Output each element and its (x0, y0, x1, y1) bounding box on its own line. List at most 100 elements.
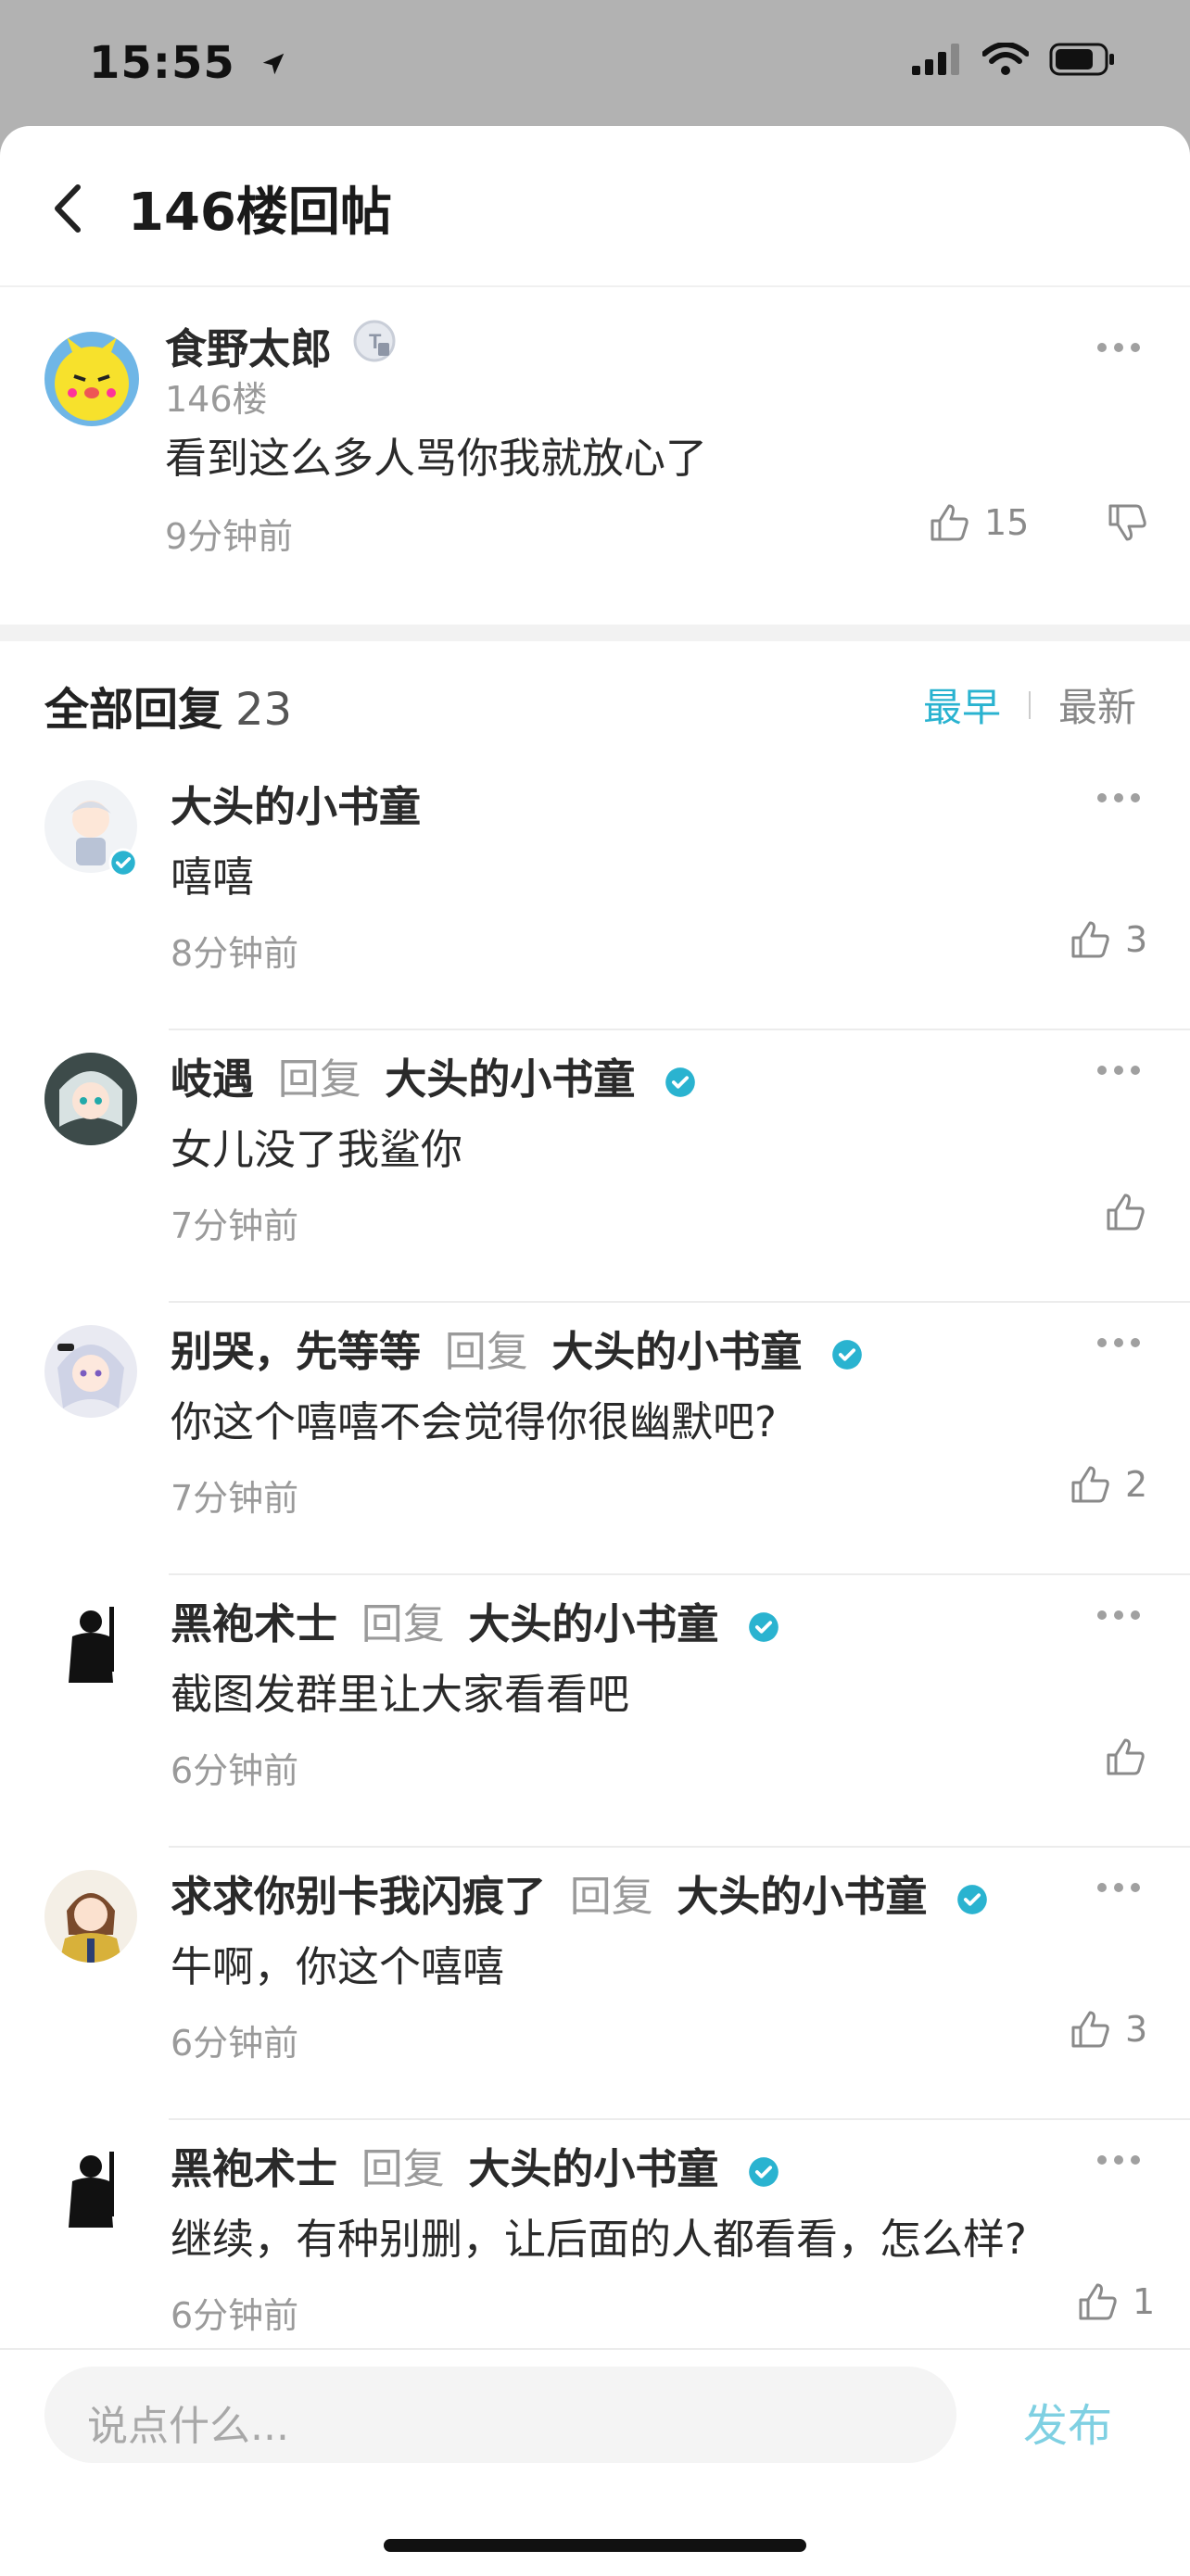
reply-target-name[interactable]: 大头的小书童 (677, 1872, 927, 1921)
thumbs-up-icon (1071, 921, 1109, 958)
author-name[interactable]: 黑袍术士 (171, 1599, 337, 1648)
reply-target-name[interactable]: 大头的小书童 (385, 1054, 635, 1104)
reply-to-label: 回复 (361, 1599, 445, 1648)
reply-author-line: 岐遇 回复 大头的小书童 (171, 1045, 698, 1105)
avatar[interactable] (44, 1597, 137, 1690)
avatar-anime-girl-icon (44, 1053, 137, 1145)
avatar-silhouette-icon (69, 1607, 114, 1683)
like-button[interactable]: 3 (1068, 917, 1147, 962)
thumbs-up-icon (1071, 2011, 1109, 2048)
like-count: 3 (1125, 919, 1148, 960)
page-title: 146楼回帖 (128, 183, 392, 243)
author-name[interactable]: 黑袍术士 (171, 2144, 337, 2193)
comment-input[interactable]: 说点什么... (44, 2367, 956, 2463)
location-arrow-icon (262, 53, 284, 75)
reply-target-name[interactable]: 大头的小书童 (468, 2144, 718, 2193)
avatar[interactable] (44, 1053, 137, 1145)
verified-badge-icon (832, 1340, 862, 1370)
verified-badge-icon (749, 2157, 779, 2187)
post-time: 9分钟前 (165, 516, 294, 557)
reply-to-label: 回复 (569, 1872, 653, 1921)
wifi-icon (982, 43, 1029, 75)
thumbs-up-icon (1107, 1193, 1145, 1231)
author-name[interactable]: 大头的小书童 (171, 773, 421, 833)
reply-author-line: 别哭，先等等 回复 大头的小书童 (171, 1318, 865, 1378)
reply-author-line: 求求你别卡我闪痕了 回复 大头的小书童 (171, 1863, 990, 1923)
reply-item: 大头的小书童 嘻嘻 8分钟前 3 (0, 758, 1190, 1030)
like-button[interactable]: 1 (1075, 2279, 1155, 2324)
sort-latest-tab[interactable]: 最新 (1058, 676, 1136, 733)
more-options-icon[interactable] (1097, 2155, 1144, 2168)
like-count: 1 (1133, 2281, 1156, 2322)
signal-icon (912, 44, 959, 75)
reply-content: 截图发群里让大家看看吧 (171, 1670, 630, 1719)
reply-content: 嘻嘻 (171, 852, 255, 902)
reply-target-name[interactable]: 大头的小书童 (468, 1599, 718, 1648)
avatar[interactable] (44, 2142, 137, 2235)
author-name[interactable]: 求求你别卡我闪痕了 (171, 1872, 546, 1921)
more-options-icon[interactable] (1097, 1883, 1144, 1896)
header: 146楼回帖 (0, 126, 1190, 287)
reply-to-label: 回复 (361, 2144, 445, 2193)
like-button[interactable] (1103, 1190, 1160, 1234)
avatar-anime-girl-icon (57, 1344, 124, 1408)
reply-content: 女儿没了我鲨你 (171, 1125, 463, 1174)
reply-time: 6分钟前 (171, 2295, 299, 2336)
reply-content: 牛啊，你这个嘻嘻 (171, 1942, 505, 1991)
more-options-icon[interactable] (1097, 1066, 1144, 1079)
reply-item: 别哭，先等等 回复 大头的小书童 你这个嘻嘻不会觉得你很幽默吧? 7分钟前 2 (0, 1303, 1190, 1575)
like-count: 2 (1125, 1464, 1148, 1505)
reply-content: 继续，有种别删，让后面的人都看看，怎么样? (171, 2215, 1027, 2264)
reply-to-label: 回复 (277, 1054, 361, 1104)
status-time: 15:55 (89, 37, 287, 89)
verified-badge-icon (957, 1885, 987, 1914)
like-button[interactable]: 2 (1068, 1462, 1147, 1507)
reply-time: 7分钟前 (171, 1478, 299, 1519)
comment-input-placeholder: 说点什么... (87, 2403, 289, 2450)
sort-earliest-tab[interactable]: 最早 (923, 676, 1001, 733)
section-divider (0, 625, 1190, 641)
battery-icon (1049, 43, 1114, 76)
avatar-anime-girl-icon (59, 1893, 122, 1963)
publish-button[interactable]: 发布 (1023, 2389, 1112, 2454)
reply-time: 7分钟前 (171, 1206, 299, 1246)
like-count: 3 (1125, 2009, 1148, 2050)
author-name[interactable]: 食野太郎 (165, 315, 332, 375)
author-name[interactable]: 岐遇 (171, 1054, 254, 1104)
level-badge-icon: T (353, 320, 396, 362)
author-name[interactable]: 别哭，先等等 (171, 1327, 421, 1376)
like-button[interactable] (1103, 1735, 1160, 1779)
verified-badge-icon (749, 1612, 779, 1642)
reply-item: 黑袍术士 回复 大头的小书童 截图发群里让大家看看吧 6分钟前 (0, 1575, 1190, 1848)
more-options-icon[interactable] (1097, 343, 1144, 356)
like-button[interactable]: 3 (1068, 2007, 1147, 2052)
thumbs-up-icon (1079, 2283, 1117, 2320)
reply-to-label: 回复 (444, 1327, 528, 1376)
reply-sheet: 146楼回帖 食野太郎 T 146楼 看到这么多人骂你我就放心了 9分钟前 15… (0, 126, 1190, 2574)
reply-content: 你这个嘻嘻不会觉得你很幽默吧? (171, 1397, 777, 1446)
avatar[interactable] (44, 1325, 137, 1418)
thumbs-up-icon (930, 504, 968, 541)
back-arrow-icon[interactable] (43, 176, 98, 241)
post-content: 看到这么多人骂你我就放心了 (165, 434, 708, 483)
avatar-silhouette-icon (69, 2152, 114, 2228)
reply-target-name[interactable]: 大头的小书童 (551, 1327, 802, 1376)
avatar[interactable] (44, 332, 139, 426)
more-options-icon[interactable] (1097, 1610, 1144, 1623)
thumbs-up-icon (1071, 1466, 1109, 1503)
verified-badge-icon (108, 848, 138, 878)
like-count: 15 (984, 502, 1030, 543)
replies-header: 全部回复 23 (44, 684, 293, 736)
thumbs-down-icon[interactable] (1105, 500, 1149, 545)
floor-number: 146楼 (165, 379, 268, 420)
reply-time: 6分钟前 (171, 2023, 299, 2064)
more-options-icon[interactable] (1097, 1338, 1144, 1351)
verified-badge-icon (665, 1067, 695, 1097)
home-indicator[interactable] (384, 2539, 806, 2552)
avatar[interactable] (44, 1870, 137, 1963)
reply-time: 6分钟前 (171, 1750, 299, 1791)
like-button[interactable]: 15 (927, 500, 1029, 545)
more-options-icon[interactable] (1097, 793, 1144, 806)
reply-item: 岐遇 回复 大头的小书童 女儿没了我鲨你 7分钟前 (0, 1030, 1190, 1303)
reply-author-line: 黑袍术士 回复 大头的小书童 (171, 1590, 781, 1650)
